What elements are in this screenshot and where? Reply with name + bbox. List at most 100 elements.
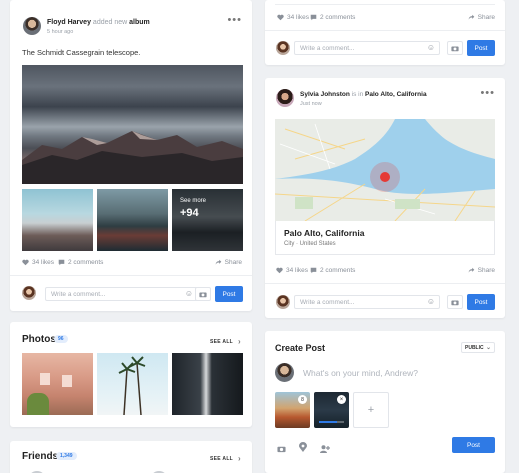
add-attachment-button[interactable]: + bbox=[353, 392, 389, 428]
like-count[interactable]: 34 likes bbox=[22, 259, 54, 266]
share-label: Share bbox=[224, 259, 242, 266]
divider bbox=[275, 4, 495, 5]
post-action: added new bbox=[92, 19, 128, 26]
see-all-label: SEE ALL bbox=[210, 338, 234, 345]
tag-people-icon[interactable] bbox=[320, 440, 330, 458]
comment-input[interactable]: Write a comment... ☺ bbox=[294, 41, 440, 55]
smile-icon[interactable]: ☺ bbox=[427, 297, 435, 306]
my-avatar bbox=[276, 41, 290, 55]
chevron-right-icon: › bbox=[238, 454, 241, 463]
extra-photo-count: +94 bbox=[180, 207, 199, 219]
album-thumb-3-more[interactable]: See more +94 bbox=[172, 189, 243, 251]
chevron-down-icon: ⌄ bbox=[485, 345, 491, 351]
more-icon[interactable]: ••• bbox=[480, 87, 495, 99]
comment-count[interactable]: 2 comments bbox=[58, 259, 103, 266]
see-more-label: See more bbox=[180, 198, 207, 204]
author-name[interactable]: Floyd Harvey bbox=[47, 19, 91, 26]
comment-label: 2 comments bbox=[320, 14, 356, 21]
post-header: Floyd Harvey added new album bbox=[47, 19, 150, 26]
map-place-subtitle: City · United States bbox=[284, 241, 336, 247]
post-button[interactable]: Post bbox=[467, 294, 495, 310]
create-post-card: Create Post PUBLIC ⌄ What's on your mind… bbox=[265, 331, 505, 473]
comment-placeholder: Write a comment... bbox=[51, 291, 106, 298]
post-button[interactable]: Post bbox=[467, 40, 495, 56]
friends-card: Friends 1,349 SEE ALL › bbox=[10, 441, 252, 473]
like-count[interactable]: 34 likes bbox=[276, 267, 308, 274]
comment-icon bbox=[310, 14, 317, 21]
more-icon[interactable]: ••• bbox=[227, 14, 242, 26]
photo-thumb-1[interactable] bbox=[22, 353, 93, 415]
smile-icon[interactable]: ☺ bbox=[427, 43, 435, 52]
comment-icon bbox=[310, 267, 317, 274]
divider bbox=[265, 283, 505, 284]
location-icon[interactable] bbox=[299, 439, 307, 457]
comment-label: 2 comments bbox=[68, 259, 104, 266]
album-post-card: Floyd Harvey added new album 5 hour ago … bbox=[10, 0, 252, 311]
photos-title: Photos bbox=[22, 334, 56, 345]
comment-input[interactable]: Write a comment... ☺ bbox=[294, 295, 440, 309]
create-post-button[interactable]: Post bbox=[452, 437, 495, 453]
heart-icon bbox=[276, 267, 283, 274]
share-icon bbox=[468, 14, 474, 20]
post-object[interactable]: album bbox=[129, 19, 150, 26]
album-thumb-1[interactable] bbox=[22, 189, 93, 251]
attachment-thumb-1[interactable]: 8 bbox=[275, 392, 310, 428]
create-post-title: Create Post bbox=[275, 343, 326, 353]
divider bbox=[265, 30, 505, 31]
attachment-thumb-2[interactable]: × bbox=[314, 392, 349, 428]
divider bbox=[10, 275, 252, 276]
post-time: Just now bbox=[300, 101, 322, 107]
previous-post-card: 34 likes 2 comments Share Write a commen… bbox=[265, 0, 505, 65]
my-avatar bbox=[22, 286, 36, 300]
like-count[interactable]: 34 likes bbox=[277, 14, 309, 21]
album-main-photo[interactable] bbox=[22, 65, 243, 184]
smile-icon[interactable]: ☺ bbox=[185, 289, 193, 298]
comment-placeholder: Write a comment... bbox=[300, 45, 355, 52]
place-name[interactable]: Palo Alto, California bbox=[365, 91, 427, 98]
my-avatar bbox=[276, 295, 290, 309]
comment-input[interactable]: Write a comment... ☺ bbox=[45, 287, 198, 301]
share-icon bbox=[468, 267, 474, 273]
camera-icon[interactable] bbox=[277, 440, 286, 458]
comment-count[interactable]: 2 comments bbox=[310, 267, 355, 274]
map-marker-icon[interactable] bbox=[380, 172, 390, 182]
photo-thumb-3[interactable] bbox=[172, 353, 243, 415]
post-text-input[interactable]: What's on your mind, Andrew? bbox=[303, 368, 418, 378]
post-caption: The Schmidt Cassegrain telescope. bbox=[22, 48, 141, 57]
like-label: 34 likes bbox=[287, 14, 310, 21]
camera-icon[interactable] bbox=[447, 41, 463, 55]
comment-placeholder: Write a comment... bbox=[300, 299, 355, 306]
photo-thumb-2[interactable] bbox=[97, 353, 168, 415]
post-time: 5 hour ago bbox=[47, 29, 74, 35]
share-icon bbox=[215, 259, 221, 265]
post-action: is in bbox=[351, 91, 364, 98]
friends-title: Friends bbox=[22, 451, 59, 462]
share-button[interactable]: Share bbox=[468, 267, 495, 274]
author-avatar[interactable] bbox=[276, 89, 294, 107]
share-button[interactable]: Share bbox=[215, 259, 242, 266]
map-place-title: Palo Alto, California bbox=[284, 228, 365, 238]
friends-see-all[interactable]: SEE ALL › bbox=[210, 454, 241, 463]
camera-icon[interactable] bbox=[195, 287, 211, 301]
photos-card: Photos 96 SEE ALL › bbox=[10, 322, 252, 427]
share-label: Share bbox=[477, 267, 495, 274]
share-button[interactable]: Share bbox=[468, 14, 495, 21]
author-name[interactable]: Sylvia Johnston bbox=[300, 91, 350, 98]
album-thumb-2[interactable] bbox=[97, 189, 168, 251]
plus-icon: + bbox=[367, 404, 375, 416]
post-button[interactable]: Post bbox=[215, 286, 243, 302]
heart-icon bbox=[277, 14, 284, 21]
heart-icon bbox=[22, 259, 29, 266]
camera-icon[interactable] bbox=[447, 295, 463, 309]
privacy-select[interactable]: PUBLIC ⌄ bbox=[461, 342, 495, 353]
close-icon[interactable]: × bbox=[337, 395, 346, 404]
author-avatar[interactable] bbox=[23, 17, 41, 35]
post-header: Sylvia Johnston is in Palo Alto, Califor… bbox=[300, 91, 427, 98]
map-info-box[interactable]: Palo Alto, California City · United Stat… bbox=[275, 221, 495, 255]
map-preview[interactable] bbox=[275, 119, 495, 221]
photos-count-badge: 96 bbox=[54, 335, 68, 343]
photos-see-all[interactable]: SEE ALL › bbox=[210, 337, 241, 346]
comment-count[interactable]: 2 comments bbox=[310, 14, 355, 21]
share-label: Share bbox=[477, 14, 495, 21]
like-label: 34 likes bbox=[286, 267, 309, 274]
